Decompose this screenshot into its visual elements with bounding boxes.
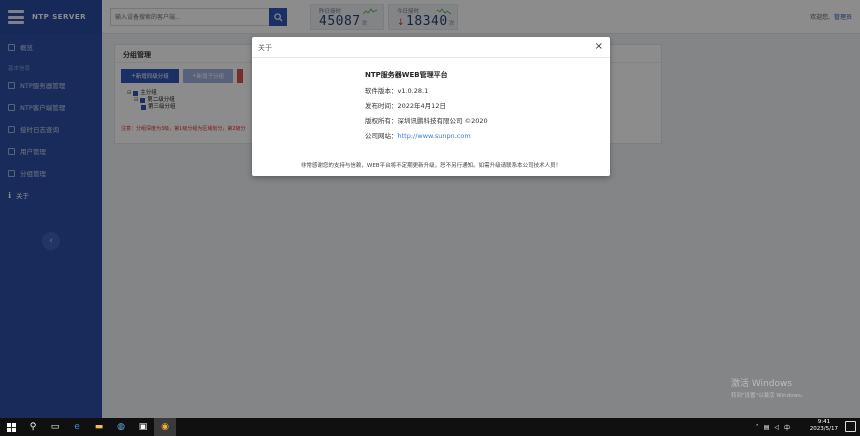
close-icon[interactable]: × [595,41,603,52]
about-dialog: 关于 × NTP服务器WEB管理平台 软件版本：v1.0.28.1 发布时间：2… [252,37,610,176]
dialog-header: 关于 × [252,37,610,58]
taskbar: ⚲ ▭ e ▬ ◍ ▣ ◉ ˄ ▤ ◁ 中 9:41 2023/5/17 [0,418,860,436]
task-view-icon[interactable]: ▭ [44,418,66,436]
windows-start-icon[interactable] [0,418,22,436]
file-explorer-icon[interactable]: ▬ [88,418,110,436]
system-tray[interactable]: ˄ ▤ ◁ 中 [756,418,790,436]
notification-icon[interactable] [845,421,856,432]
app-icon[interactable]: ◍ [110,418,132,436]
edge-icon[interactable]: e [66,418,88,436]
chevron-up-icon: ˄ [755,423,759,431]
ime-icon: 中 [783,424,790,432]
copyright-row: 版权所有：深圳讯鹏科技有限公司 ©2020 [365,117,488,125]
release-row: 发布时间：2022年4月12日 [365,102,446,110]
search-icon[interactable]: ⚲ [22,418,44,436]
chrome-icon[interactable]: ◉ [154,418,176,436]
version-row: 软件版本：v1.0.28.1 [365,87,429,95]
volume-icon: ◁ [774,423,779,431]
website-link[interactable]: http://www.sunpn.com [398,132,471,140]
clock[interactable]: 9:41 2023/5/17 [810,419,838,433]
windows-activation-watermark: 激活 Windows 转到"设置"以激活 Windows。 [731,379,807,399]
app-icon[interactable]: ▣ [132,418,154,436]
website-row: 公司网站：http://www.sunpn.com [365,132,471,140]
dialog-footer-note: 非常感谢您的支持与信赖，WEB平台将不定期更新升级，恕不另行通知。如需升级请联系… [300,163,562,169]
dialog-title: 关于 [258,44,272,52]
network-icon: ▤ [763,423,770,431]
app-name: NTP服务器WEB管理平台 [365,71,448,79]
